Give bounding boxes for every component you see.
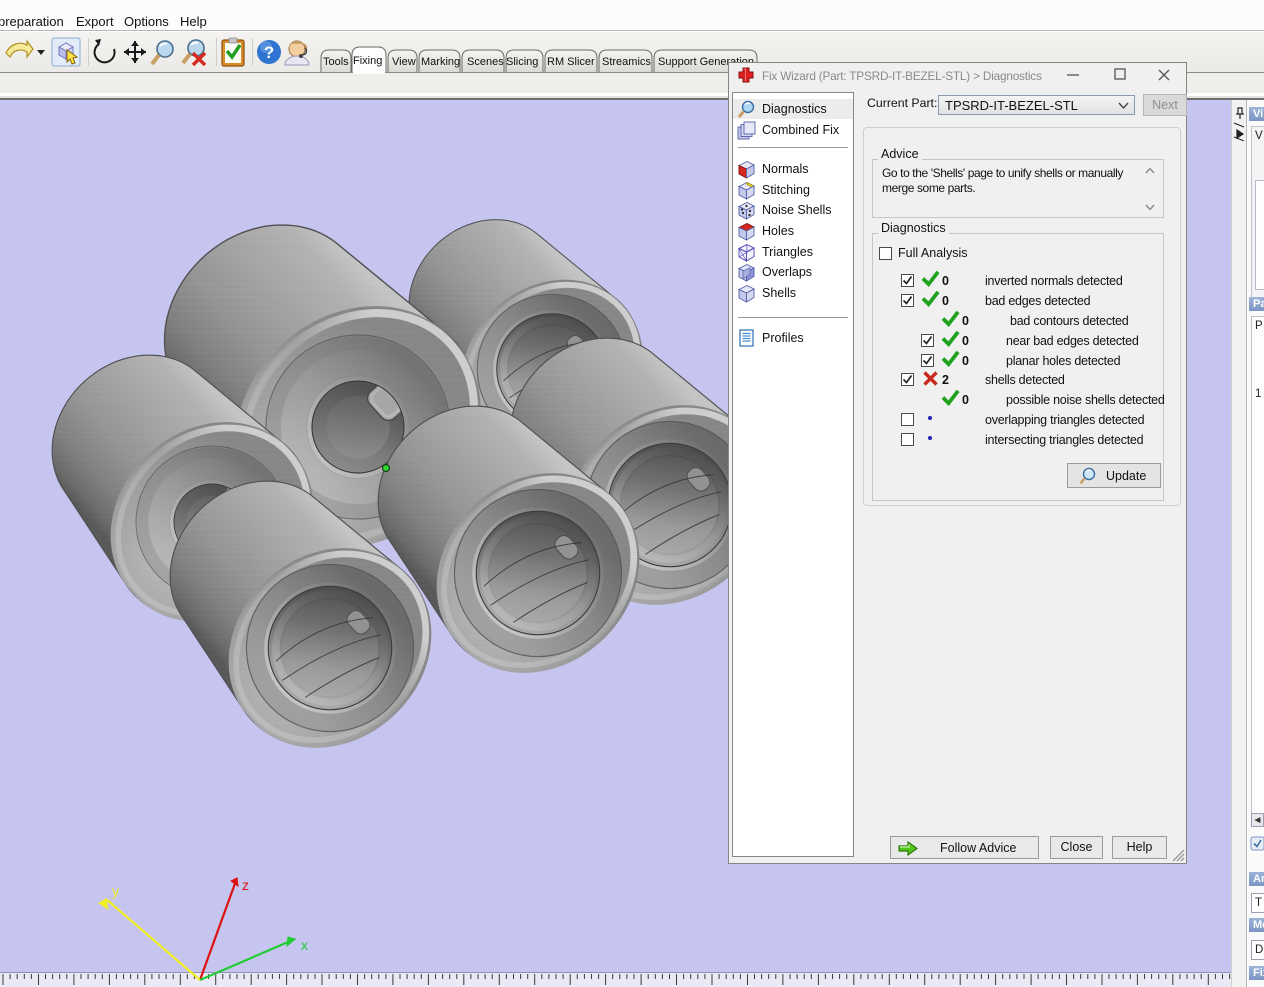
svg-text:Scenes: Scenes (467, 56, 504, 68)
svg-text:Streamics: Streamics (602, 56, 651, 68)
svg-text:View: View (392, 56, 416, 68)
svg-text:y: y (112, 883, 119, 899)
svg-text:Tools: Tools (323, 56, 349, 68)
svg-text:Fixing: Fixing (353, 55, 382, 67)
svg-text:Slicing: Slicing (506, 56, 538, 68)
svg-text:x: x (301, 937, 308, 953)
svg-text:?: ? (264, 43, 274, 62)
svg-text:z: z (242, 877, 249, 893)
svg-text:Marking: Marking (421, 56, 460, 68)
svg-text:RM Slicer: RM Slicer (547, 56, 595, 68)
